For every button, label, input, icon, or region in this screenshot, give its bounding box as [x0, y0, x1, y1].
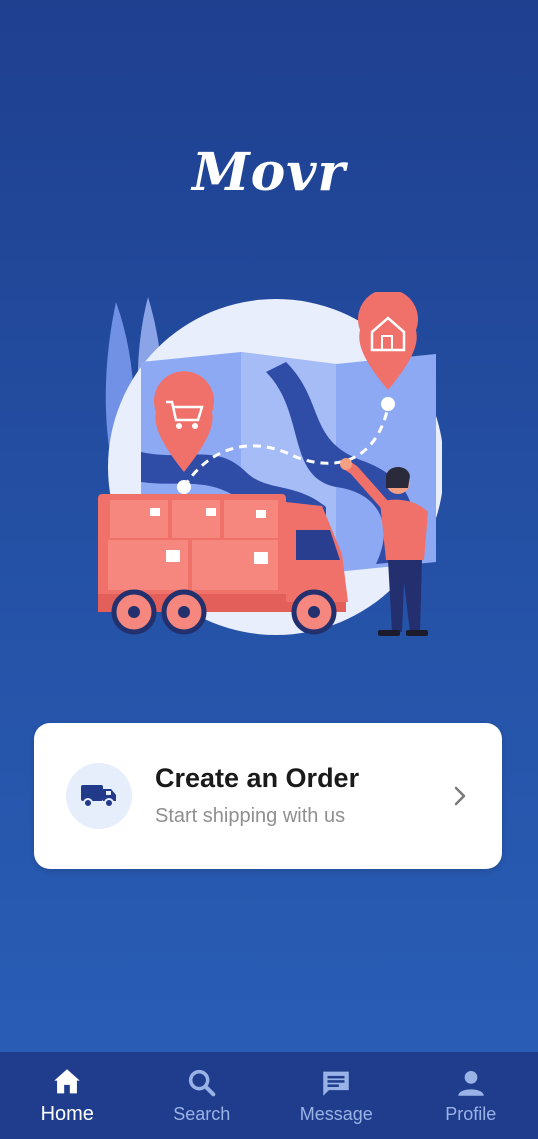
delivery-illustration [98, 292, 442, 636]
truck-icon [81, 785, 116, 808]
nav-label-home: Home [40, 1103, 94, 1125]
card-subtitle: Start shipping with us [155, 805, 346, 827]
nav-item-search[interactable]: Search [142, 1066, 262, 1125]
profile-icon [458, 1070, 484, 1096]
message-icon [323, 1071, 349, 1096]
home-icon [54, 1069, 80, 1094]
chevron-right-icon [454, 786, 466, 806]
create-order-card[interactable]: Create an Order Start shipping with us [34, 723, 502, 869]
nav-label-message: Message [299, 1104, 373, 1124]
nav-label-profile: Profile [445, 1104, 497, 1124]
bottom-navigation: Home Search Message Profile [0, 1052, 538, 1139]
app-logo: Movr [192, 142, 346, 203]
nav-item-message[interactable]: Message [276, 1066, 396, 1125]
nav-item-home[interactable]: Home [7, 1065, 127, 1126]
card-icon-container [66, 763, 132, 829]
nav-item-profile[interactable]: Profile [411, 1066, 531, 1125]
search-icon [188, 1069, 216, 1097]
nav-label-search: Search [173, 1104, 231, 1124]
card-title: Create an Order [155, 763, 360, 793]
